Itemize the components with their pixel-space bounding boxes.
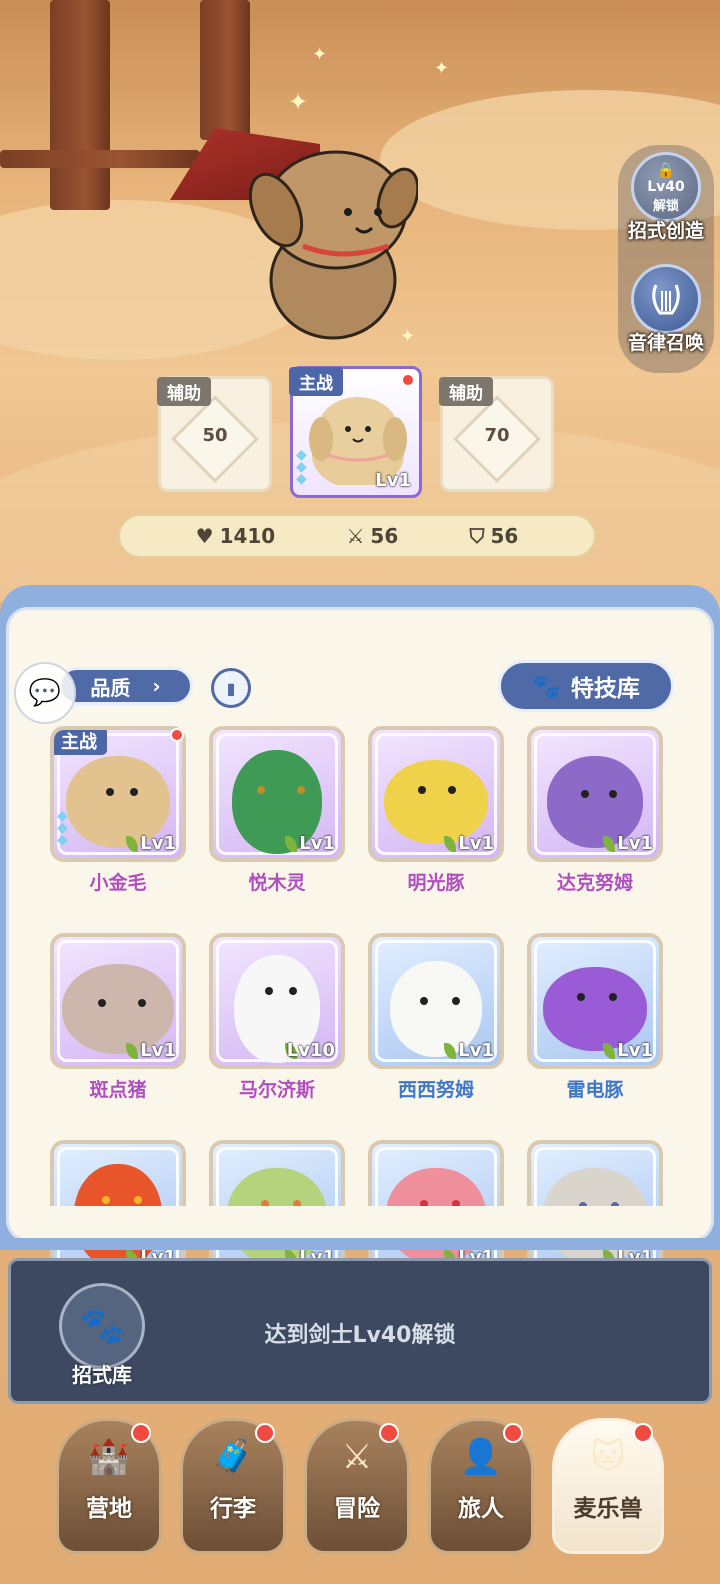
- pet-name: 小金毛: [89, 872, 147, 894]
- pet-grid: Lv1 主战 ◆ ◆ ◆ 小金毛 Lv1 悦木灵 Lv1 明光豚 Lv1 达克努姆 Lv1 斑点猪…: [50, 726, 670, 1282]
- paw-icon: 🐾: [532, 673, 561, 700]
- notification-dot: [131, 1423, 151, 1443]
- crossed-swords-icon: ⚔: [346, 524, 365, 548]
- pet-icon: 🐱: [590, 1437, 626, 1477]
- notification-dot: [401, 373, 415, 387]
- main-tag: 主战: [289, 367, 343, 396]
- shield-icon: ⛉: [469, 524, 485, 548]
- notification-dot: [633, 1423, 653, 1443]
- unlock-level: 70: [484, 425, 510, 446]
- swords-icon: ⚔: [341, 1437, 373, 1477]
- star-icons: ◆ ◆ ◆: [296, 447, 307, 487]
- team-slot-support-left[interactable]: 辅助 50: [157, 376, 272, 492]
- skills-library-button[interactable]: 🐾 特技库: [498, 660, 674, 712]
- team-slot-support-right[interactable]: 辅助 70: [439, 376, 554, 492]
- bottom-navigation: 🏰 营地 🧳 行李 ⚔ 冒险 👤 旅人 🐱 麦乐兽: [0, 1404, 720, 1584]
- pet-name: 悦木灵: [248, 872, 306, 894]
- avatar-icon: 👤: [459, 1437, 503, 1477]
- rhythm-summon-button[interactable]: 音律召唤: [622, 264, 710, 355]
- team-slot-main[interactable]: 主战 ◆ ◆ ◆ Lv1: [289, 366, 422, 498]
- pet-name: 达克努姆: [556, 872, 633, 894]
- pet-level: Lv1: [375, 470, 411, 491]
- move-create-label: 招式创造: [627, 220, 704, 242]
- pet-name: 明光豚: [407, 872, 465, 894]
- chat-bubble-icon: 💬: [28, 678, 62, 708]
- quality-filter-dropdown[interactable]: 品质 ›: [58, 667, 193, 705]
- nav-camp[interactable]: 🏰 营地: [56, 1418, 162, 1554]
- notification-dot: [503, 1423, 523, 1443]
- hero-pet-dog[interactable]: [248, 140, 418, 340]
- wooden-post: [200, 0, 250, 140]
- support-tag: 辅助: [157, 377, 211, 406]
- unlock-level: 50: [202, 425, 228, 446]
- main-tag: 主战: [54, 730, 107, 755]
- pet-item[interactable]: Lv1 明光豚: [368, 726, 504, 895]
- pet-item[interactable]: Lv1 雷电豚: [527, 933, 663, 1102]
- wooden-post: [50, 0, 110, 210]
- panel-bottom-edge: [6, 1206, 714, 1242]
- pet-item[interactable]: Lv1 悦木灵: [209, 726, 345, 895]
- pet-item[interactable]: Lv1 西西努姆: [368, 933, 504, 1102]
- attack-stat: ⚔ 56: [346, 524, 399, 548]
- heart-icon: ♥: [195, 524, 214, 548]
- lyre-icon: [631, 264, 701, 334]
- pet-guide-book-button[interactable]: ▮: [211, 668, 251, 708]
- defense-stat: ⛉ 56: [469, 524, 519, 548]
- nav-adventure[interactable]: ⚔ 冒险: [304, 1418, 410, 1554]
- chevron-right-icon: ›: [152, 674, 161, 698]
- rhythm-summon-label: 音律召唤: [627, 332, 704, 354]
- notification-dot: [170, 728, 184, 742]
- hp-stat: ♥ 1410: [195, 524, 276, 548]
- star-icons: ◆ ◆ ◆: [57, 808, 68, 848]
- nav-traveler[interactable]: 👤 旅人: [428, 1418, 534, 1554]
- move-library-label: 招式库: [72, 1363, 132, 1387]
- pet-name: 西西努姆: [397, 1079, 474, 1101]
- pet-stats-bar: ♥ 1410 ⚔ 56 ⛉ 56: [118, 514, 596, 558]
- move-create-button[interactable]: 🔒 Lv40 解锁 招式创造: [622, 152, 710, 243]
- chat-button[interactable]: 💬: [14, 662, 76, 724]
- nav-luggage[interactable]: 🧳 行李: [180, 1418, 286, 1554]
- pet-item[interactable]: Lv1 达克努姆: [527, 726, 663, 895]
- nav-pets[interactable]: 🐱 麦乐兽: [552, 1418, 664, 1554]
- notification-dot: [379, 1423, 399, 1443]
- castle-icon: 🏰: [87, 1437, 131, 1477]
- wooden-post: [0, 150, 200, 168]
- unlock-requirement-text: 达到剑士Lv40解锁: [264, 1323, 456, 1348]
- pet-item[interactable]: Lv1 斑点猪: [50, 933, 186, 1102]
- pet-name: 雷电豚: [566, 1079, 624, 1101]
- chest-icon: 🧳: [211, 1437, 255, 1477]
- book-icon: ▮: [226, 678, 236, 698]
- panel-frame-bottom: [0, 1238, 720, 1250]
- pet-item[interactable]: Lv1 主战 ◆ ◆ ◆ 小金毛: [50, 726, 186, 895]
- notification-dot: [255, 1423, 275, 1443]
- move-library-locked-bar: 🐾 招式库 达到剑士Lv40解锁: [8, 1258, 712, 1404]
- pet-name: 马尔济斯: [238, 1079, 315, 1101]
- pet-item[interactable]: Lv10 马尔济斯: [209, 933, 345, 1102]
- support-tag: 辅助: [439, 377, 493, 406]
- pet-name: 斑点猪: [89, 1079, 147, 1101]
- lock-icon: 🔒 Lv40 解锁: [631, 152, 701, 222]
